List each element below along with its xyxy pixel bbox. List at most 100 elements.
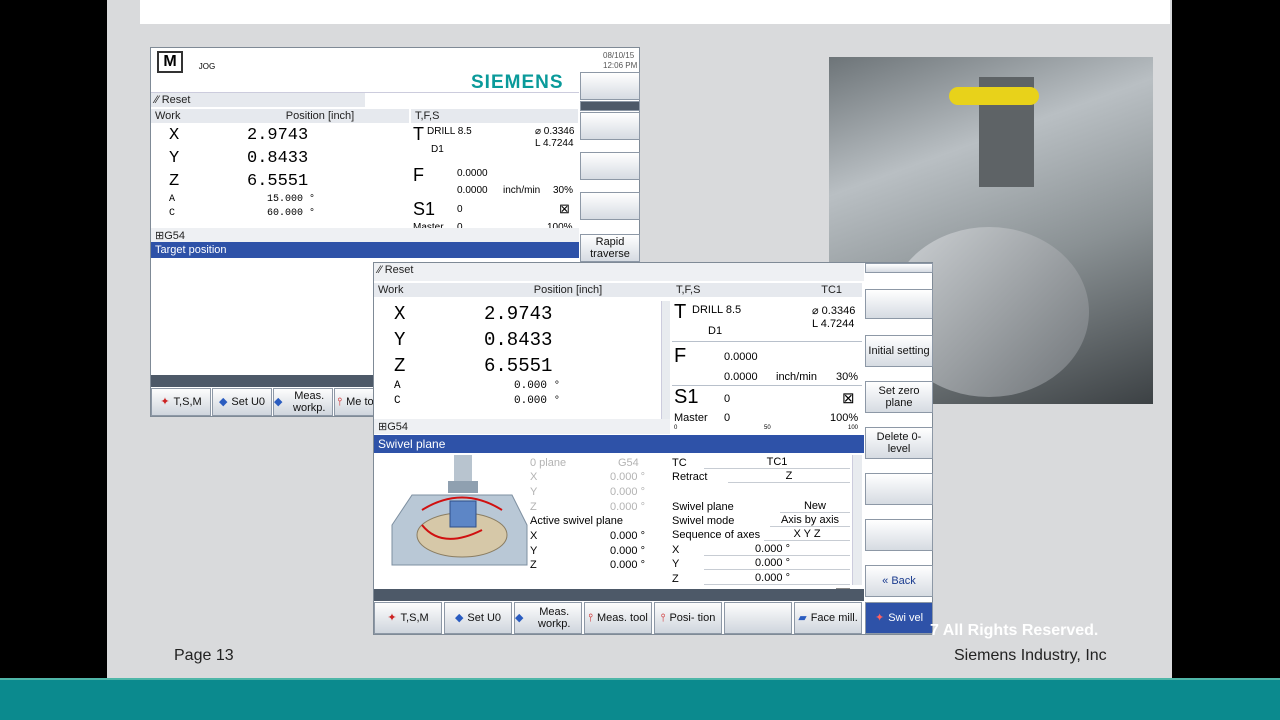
back-meas-tool-button[interactable]: ⫯ Me to bbox=[334, 388, 377, 416]
back-button[interactable]: « Back bbox=[865, 565, 933, 597]
axis-z-name: Z bbox=[394, 355, 406, 377]
front-column-tfs: T,F,S TC1 bbox=[672, 283, 862, 297]
grey-z-label: Z bbox=[530, 501, 537, 513]
active-y-value: 0.000 ° bbox=[610, 545, 645, 557]
spindle-percent: 100% bbox=[830, 412, 859, 424]
feed-f-label: F bbox=[413, 165, 424, 185]
set-u0-button[interactable]: ◆ Set U0 bbox=[444, 602, 512, 634]
form-y-field[interactable]: 0.000 ° bbox=[704, 557, 850, 570]
swivel-icon: ✦ bbox=[874, 612, 885, 624]
reset-icon: ⁄⁄ bbox=[378, 264, 385, 276]
v-softkey-blank-2[interactable] bbox=[865, 473, 933, 505]
axis-y-name: Y bbox=[394, 329, 406, 351]
tool-t-label: T bbox=[674, 301, 687, 323]
tool-length: L 4.7244 bbox=[535, 138, 574, 149]
initial-setting-button[interactable]: Initial setting bbox=[865, 335, 933, 367]
form-y-label: Y bbox=[672, 558, 680, 570]
grey-x-value: 0.000 ° bbox=[610, 471, 645, 483]
face-mill-icon: ▰ bbox=[798, 612, 807, 624]
axis-y-name: Y bbox=[169, 149, 180, 168]
retract-field[interactable]: Z bbox=[728, 470, 850, 483]
set-icon: ◆ bbox=[218, 396, 228, 408]
tool-name: DRILL 8.5 bbox=[692, 304, 742, 316]
active-y-label: Y bbox=[530, 545, 538, 557]
zero-plane-label: 0 plane bbox=[530, 457, 567, 469]
axis-z-name: Z bbox=[169, 172, 180, 191]
jog-icon[interactable]: JOG bbox=[193, 50, 221, 74]
v-softkey-4[interactable] bbox=[580, 192, 640, 220]
position-button[interactable]: ⫯ Posi- tion bbox=[654, 602, 722, 634]
form-x-field[interactable]: 0.000 ° bbox=[704, 543, 850, 556]
column-position: Position [inch] bbox=[231, 109, 409, 123]
v-softkey-2[interactable] bbox=[580, 112, 640, 140]
master-label: Master bbox=[674, 412, 708, 424]
tc-field[interactable]: TC1 bbox=[704, 456, 850, 469]
axis-c-value: 0.000 ° bbox=[514, 395, 561, 407]
axis-c-name: C bbox=[169, 208, 176, 219]
v-softkey-blank-3[interactable] bbox=[865, 519, 933, 551]
workpiece-icon: ◆ bbox=[515, 612, 524, 624]
form-z-label: Z bbox=[672, 573, 679, 585]
delete-0-level-button[interactable]: Delete 0-level bbox=[865, 427, 933, 459]
bar-0: 0 bbox=[674, 425, 678, 431]
feed-percent: 30% bbox=[553, 185, 574, 196]
swivel-mode-field[interactable]: Axis by axis bbox=[770, 514, 850, 527]
feed-value-2: 0.0000 bbox=[457, 185, 488, 196]
axis-x-value: 2.9743 bbox=[484, 303, 553, 325]
bar-100: 100 bbox=[848, 425, 859, 431]
meas-workp-button[interactable]: ◆ Meas. workp. bbox=[514, 602, 582, 634]
swivel-plane-field[interactable]: New bbox=[780, 500, 850, 513]
h-softkey-blank[interactable] bbox=[724, 602, 792, 634]
v-softkey-1[interactable] bbox=[580, 72, 640, 100]
v-softkey-top[interactable] bbox=[865, 263, 933, 273]
page-number: Page 13 bbox=[174, 647, 234, 664]
tc-field-label: TC bbox=[672, 457, 687, 469]
axis-z-value: 6.5551 bbox=[484, 355, 553, 377]
active-z-label: Z bbox=[530, 559, 537, 571]
back-set-u0-button[interactable]: ◆ Set U0 bbox=[212, 388, 272, 416]
feed-percent: 30% bbox=[836, 371, 859, 383]
front-column-work: Work bbox=[374, 283, 464, 297]
meas-tool-button[interactable]: ⫯ Meas. tool bbox=[584, 602, 652, 634]
axis-a-name: A bbox=[169, 194, 176, 205]
grey-x-label: X bbox=[530, 471, 538, 483]
tc-label: TC1 bbox=[821, 284, 842, 296]
set-zero-plane-button[interactable]: Set zero plane bbox=[865, 381, 933, 413]
form-z-field[interactable]: 0.000 ° bbox=[704, 572, 850, 585]
position-icon: ⫯ bbox=[660, 612, 666, 624]
form-scrollbar[interactable] bbox=[852, 455, 862, 585]
v-softkey-3[interactable] bbox=[580, 152, 640, 180]
spindle-value: 0 bbox=[724, 393, 731, 405]
spindle-label: S1 bbox=[674, 386, 699, 408]
feed-unit: inch/min bbox=[776, 371, 817, 383]
axis-c-name: C bbox=[394, 395, 401, 407]
front-status-bar: ⁄⁄ Reset bbox=[374, 263, 864, 281]
bar-50: 50 bbox=[764, 425, 771, 431]
zero-plane-g54: G54 bbox=[618, 457, 639, 469]
active-swivel-title: Active swivel plane bbox=[530, 515, 623, 527]
swivel-plane-header: Swivel plane bbox=[374, 435, 864, 453]
axis-x-value: 2.9743 bbox=[247, 126, 309, 145]
face-mill-button[interactable]: ▰ Face mill. bbox=[794, 602, 862, 634]
sequence-field[interactable]: X Y Z bbox=[764, 528, 850, 541]
work-offset: ⊞G54 bbox=[151, 228, 579, 243]
column-work: Work bbox=[151, 109, 231, 123]
axis-a-value: 0.000 ° bbox=[514, 380, 561, 392]
back-meas-workp-button[interactable]: ◆ Meas. workp. bbox=[273, 388, 333, 416]
tsm-button[interactable]: ✦ T,S,M bbox=[374, 602, 442, 634]
tool-icon: ✦ bbox=[387, 612, 397, 624]
meas-tool-icon: ⫯ bbox=[588, 612, 594, 624]
axis-a-value: 15.000 ° bbox=[267, 194, 316, 205]
back-tsm-button[interactable]: ✦ T,S,M bbox=[151, 388, 211, 416]
rapid-traverse-button[interactable]: Rapid traverse bbox=[580, 234, 640, 262]
front-work-offset: ⊞G54 bbox=[374, 419, 670, 434]
machine-mode-icon[interactable]: M bbox=[157, 51, 183, 73]
bottom-band bbox=[0, 678, 1280, 720]
target-position-header: Target position bbox=[151, 242, 579, 258]
swivel-graphic bbox=[382, 455, 532, 575]
siemens-logo: SIEMENS bbox=[471, 72, 564, 93]
v-softkey-blank-1[interactable] bbox=[865, 289, 933, 319]
swivel-button[interactable]: ✦ Swi vel bbox=[865, 602, 933, 634]
axis-x-name: X bbox=[394, 303, 406, 325]
front-scrollbar[interactable] bbox=[661, 301, 670, 419]
